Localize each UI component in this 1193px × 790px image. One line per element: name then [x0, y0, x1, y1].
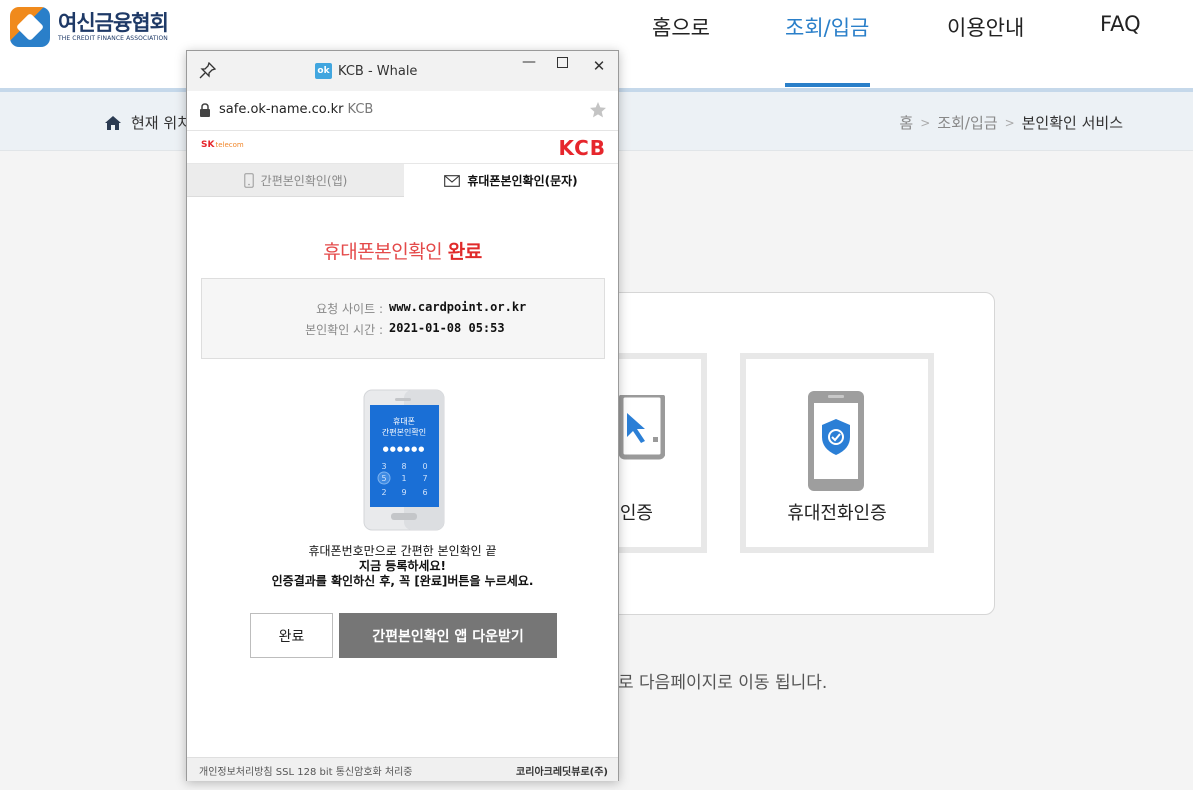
info-row-time: 본인확인 시간 : 2021-01-08 05:53 — [305, 321, 505, 337]
phone-screen-line1: 휴대폰 — [393, 417, 415, 426]
phone-screen-line2: 간편본인확인 — [382, 427, 426, 437]
window-title: ok KCB - Whale — [315, 63, 417, 79]
footer-company: 코리아크레딧뷰로(주) — [516, 767, 608, 778]
envelope-icon — [444, 174, 461, 187]
keypad-key: 1 — [401, 474, 406, 483]
bookmark-star-icon[interactable] — [589, 101, 607, 119]
kcb-logo: KCB — [558, 136, 606, 160]
tab-sms-auth[interactable]: 휴대폰본인확인(문자) — [404, 164, 618, 197]
footer-privacy-ssl[interactable]: 개인정보처리방침 SSL 128 bit 통신암호화 처리중 — [199, 763, 413, 778]
window-title-text: KCB - Whale — [338, 63, 418, 79]
notice-text: 로 다음페이지로 이동 됩니다. — [618, 673, 828, 693]
tab-app-auth[interactable]: 간편본인확인(앱) — [187, 164, 404, 197]
keypad-key: 5 — [381, 474, 386, 483]
breadcrumb-inquiry[interactable]: 조회/입금 — [937, 112, 997, 133]
breadcrumb-current: 본인확인 서비스 — [1021, 114, 1123, 132]
request-site-value: www.cardpoint.or.kr — [389, 300, 527, 314]
address-bar[interactable]: safe.ok-name.co.kr KCB — [187, 91, 618, 131]
maximize-button[interactable] — [553, 57, 571, 75]
tab-sms-label: 휴대폰본인확인(문자) — [467, 174, 578, 188]
site-logo[interactable]: 여신금융협회 THE CREDIT FINANCE ASSOCIATION — [10, 7, 169, 47]
keypad-key: 0 — [422, 462, 427, 471]
request-info-box: 요청 사이트 : www.cardpoint.or.kr 본인확인 시간 : 2… — [201, 278, 605, 359]
current-location: 현재 위치 — [104, 112, 191, 133]
smartphone-icon — [243, 172, 254, 188]
logo-mark-icon — [10, 7, 50, 47]
keypad-key: 6 — [422, 488, 427, 497]
info-row-site: 요청 사이트 : www.cardpoint.or.kr — [316, 300, 527, 316]
pin-icon[interactable] — [199, 62, 216, 79]
logo-title: 여신금융협회 — [58, 11, 169, 35]
brand-bar: SK telecom KCB — [187, 131, 618, 164]
completion-title: 휴대폰본인확인 완료 — [323, 241, 482, 263]
home-icon — [105, 115, 121, 130]
location-label: 현재 위치 — [131, 114, 191, 132]
tab-app-label: 간편본인확인(앱) — [260, 173, 348, 188]
mobile-shield-icon — [808, 391, 864, 491]
chevron-right-icon: > — [1004, 115, 1015, 130]
nav-guide[interactable]: 이용안내 — [947, 12, 1024, 42]
nav-faq[interactable]: FAQ — [1100, 12, 1141, 36]
keypad-key: 7 — [422, 474, 427, 483]
minimize-button[interactable]: — — [520, 54, 538, 72]
keypad-key: 8 — [401, 462, 406, 471]
popup-content: SK telecom KCB 간편본인확인(앱) 휴대폰본인확인(문자) 휴대폰… — [187, 131, 618, 781]
ok-badge-icon: ok — [315, 63, 332, 79]
cert-option-mobile-label: 휴대전화인증 — [787, 503, 887, 524]
auth-tabs: 간편본인확인(앱) 휴대폰본인확인(문자) — [187, 164, 618, 197]
chevron-right-icon: > — [920, 115, 931, 130]
auth-time-value: 2021-01-08 05:53 — [389, 321, 505, 335]
keypad-key: 3 — [381, 462, 386, 471]
nav-home[interactable]: 홈으로 — [652, 12, 710, 42]
kcb-popup-window: ok KCB - Whale — ✕ safe.ok-name.co.kr KCB… — [186, 50, 619, 781]
keypad-key: 9 — [401, 488, 406, 497]
nav-active-indicator — [785, 83, 870, 87]
window-titlebar[interactable]: ok KCB - Whale — ✕ — [187, 51, 618, 91]
pin-dots: ●●●●●● — [383, 445, 426, 453]
breadcrumb: 홈 > 조회/입금 > 본인확인 서비스 — [899, 112, 1123, 133]
sk-telecom-logo: SK telecom — [201, 140, 244, 150]
close-button[interactable]: ✕ — [590, 57, 608, 75]
promo-text: 휴대폰번호만으로 간편한 본인확인 끝 지금 등록하세요! 인증결과를 확인하신… — [271, 544, 534, 588]
nav-inquiry-payment[interactable]: 조회/입금 — [785, 12, 869, 42]
lock-icon — [200, 103, 210, 117]
logo-subtitle: THE CREDIT FINANCE ASSOCIATION — [58, 35, 168, 42]
popup-footer: 개인정보처리방침 SSL 128 bit 통신암호화 처리중 코리아크레딧뷰로(… — [187, 757, 618, 781]
maximize-icon — [556, 57, 568, 68]
keypad-key: 2 — [381, 488, 386, 497]
cert-option-mobile[interactable]: 휴대전화인증 — [740, 353, 934, 553]
url-text: safe.ok-name.co.kr — [219, 102, 344, 117]
url-site-name: KCB — [347, 102, 374, 117]
breadcrumb-home[interactable]: 홈 — [899, 112, 913, 133]
computer-cursor-icon — [619, 395, 665, 460]
phone-illustration-icon: 휴대폰 간편본인확인 ●●●●●● 3 8 0 5 1 7 2 9 6 — [363, 389, 445, 531]
download-app-button[interactable]: 간편본인확인 앱 다운받기 — [339, 613, 557, 658]
done-button[interactable]: 완료 — [250, 613, 333, 658]
